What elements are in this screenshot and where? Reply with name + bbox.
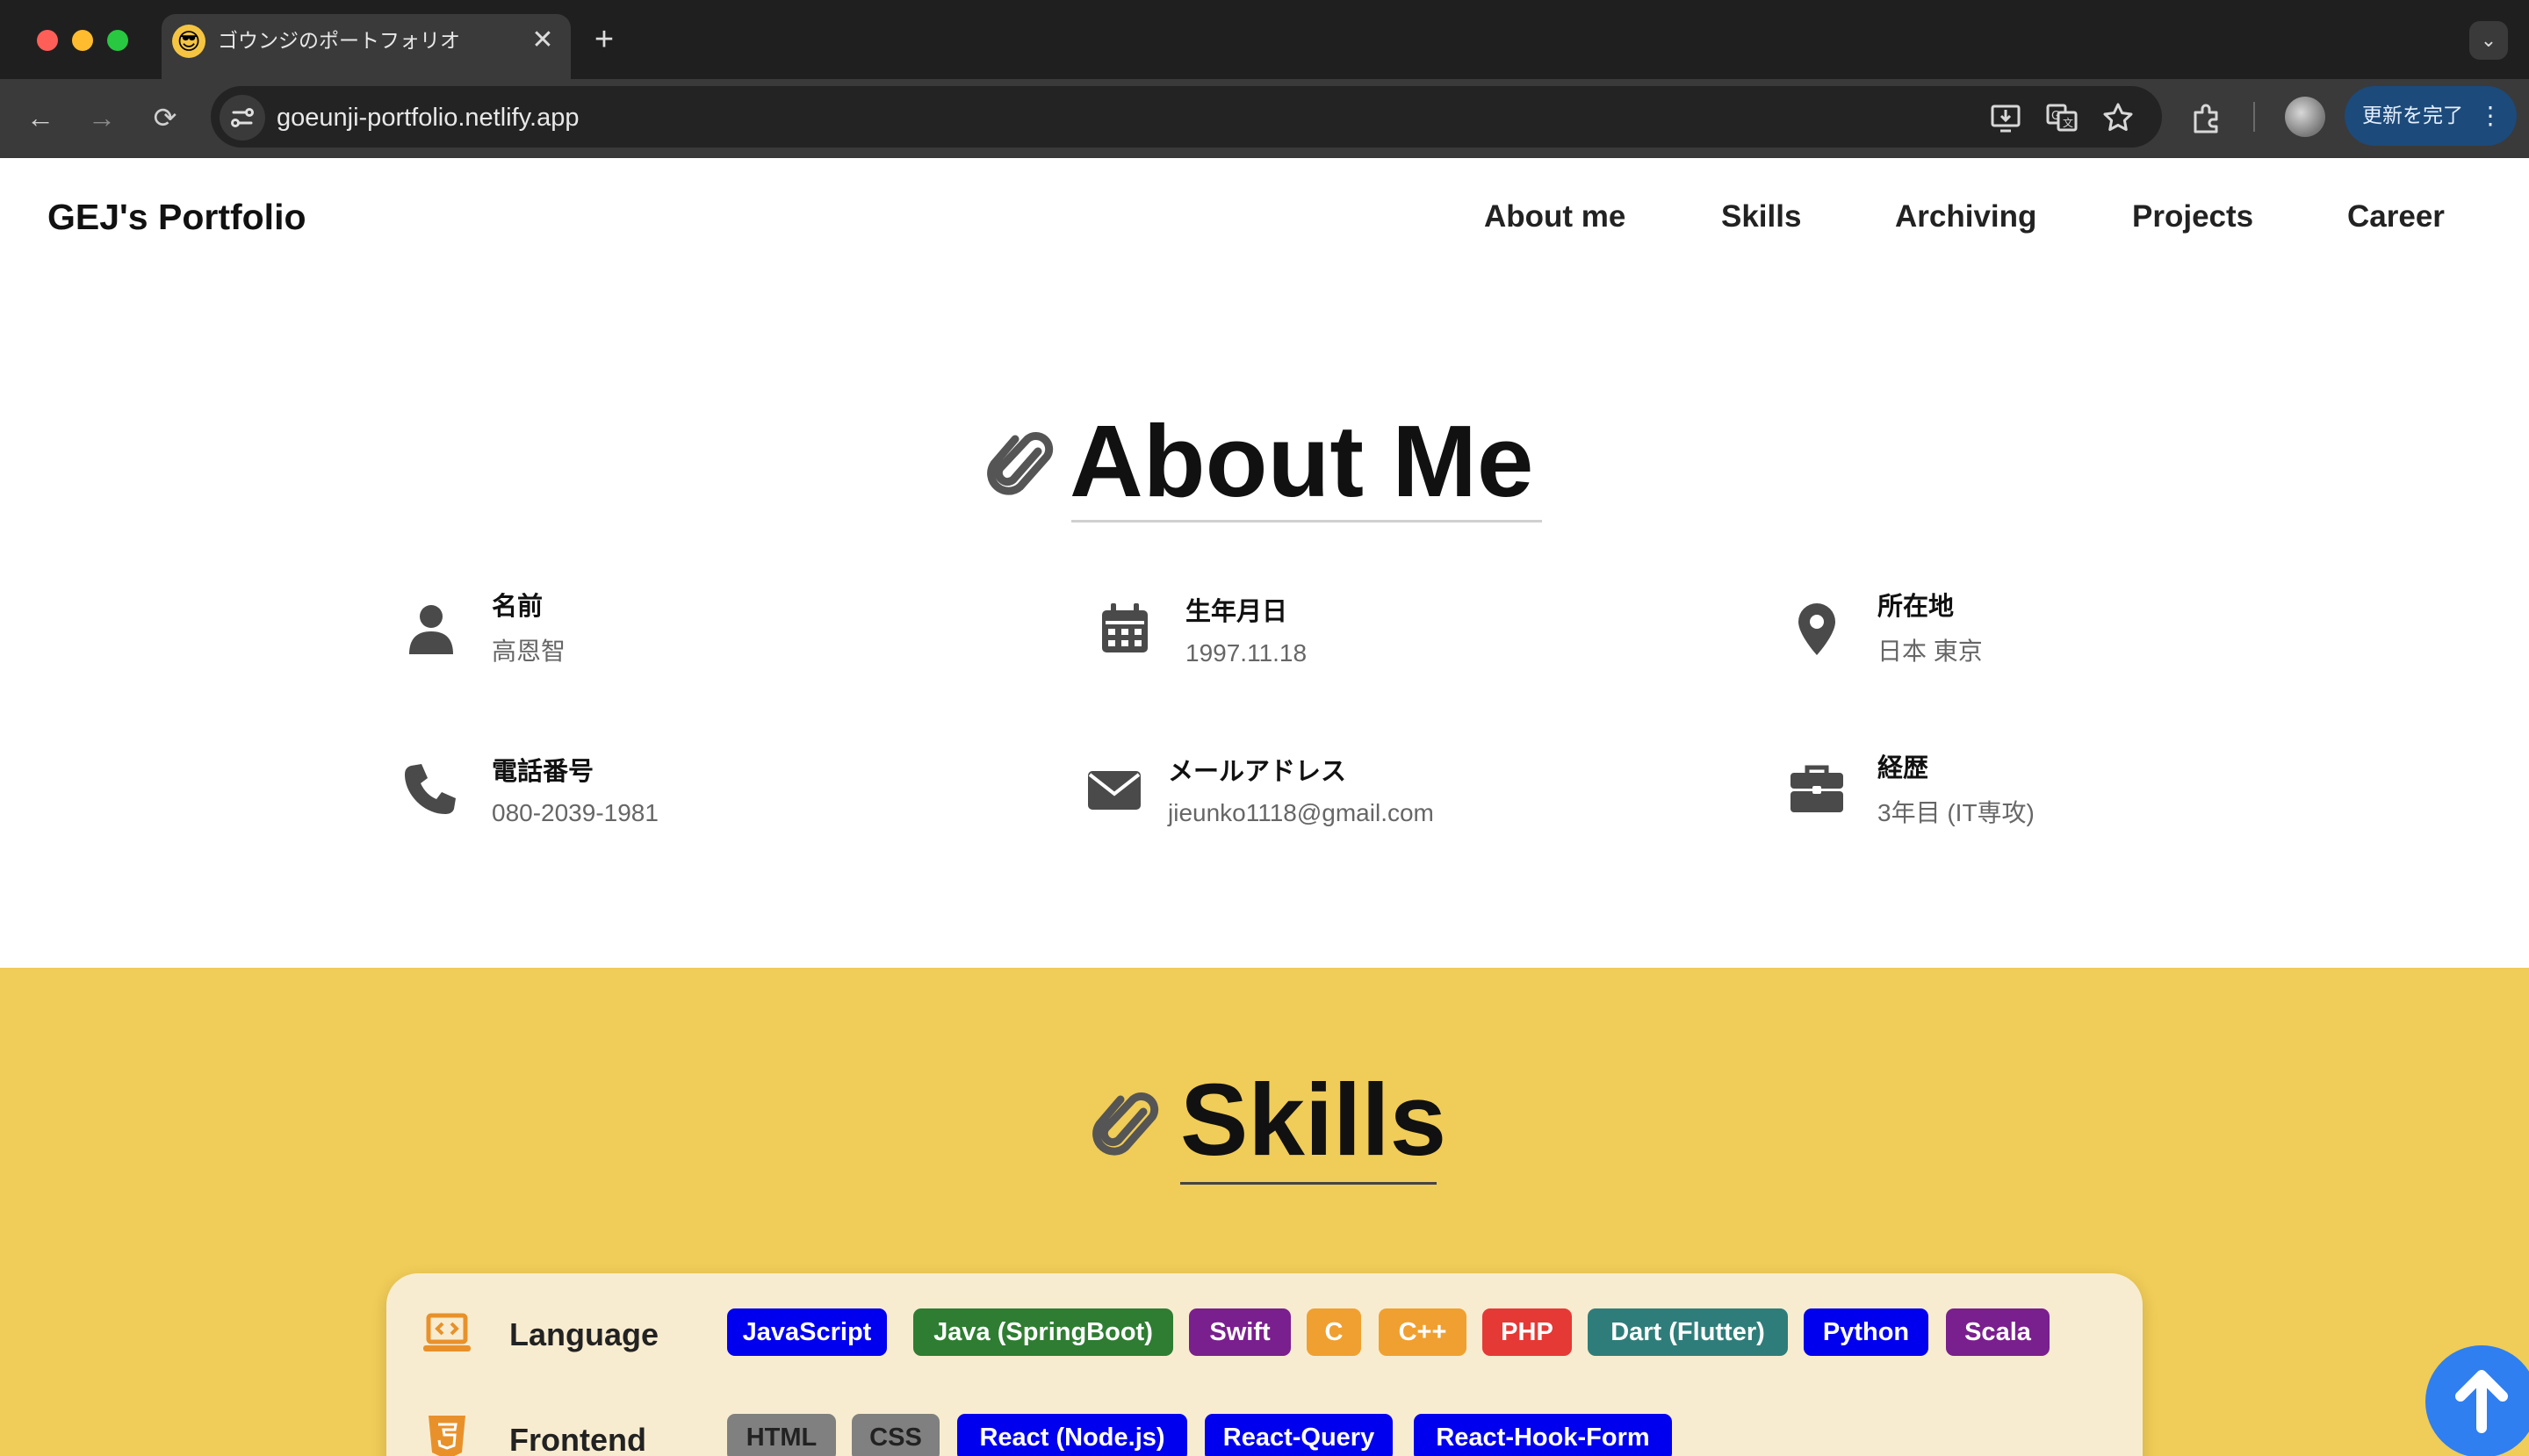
update-button-label[interactable]: 更新を完了 <box>2362 97 2463 135</box>
skill-badge: Java (SpringBoot) <box>913 1308 1173 1356</box>
skill-category-frontend: Frontend <box>509 1422 646 1456</box>
mail-icon <box>1085 760 1143 818</box>
skill-badge: Python <box>1804 1308 1928 1356</box>
info-value-email[interactable]: jieunko1118@gmail.com <box>1168 796 1434 831</box>
skill-badge: HTML <box>727 1414 836 1456</box>
briefcase-icon <box>1788 760 1846 818</box>
paperclip-icon <box>987 425 1056 504</box>
nav-archiving[interactable]: Archiving <box>1895 191 2036 242</box>
forward-button[interactable]: → <box>79 95 125 141</box>
person-icon <box>402 600 460 658</box>
tab-close-icon[interactable]: ✕ <box>527 23 558 58</box>
about-title-underline <box>1071 520 1542 523</box>
info-value-phone: 080-2039-1981 <box>492 799 659 826</box>
skill-badge: C++ <box>1379 1308 1466 1356</box>
arrow-up-icon <box>2455 1370 2508 1433</box>
tab-search-menu-button[interactable]: ⌄ <box>2469 21 2508 60</box>
laptop-code-icon <box>422 1308 472 1359</box>
skills-title: Skills <box>1180 1063 1447 1177</box>
info-value-location: 日本 東京 <box>1877 638 1983 665</box>
nav-projects[interactable]: Projects <box>2132 191 2253 242</box>
url-text[interactable]: goeunji-portfolio.netlify.app <box>277 98 579 137</box>
window-zoom-button[interactable] <box>107 30 128 51</box>
html5-icon <box>422 1412 472 1456</box>
info-value-name: 高恩智 <box>492 638 566 665</box>
info-label-location: 所在地 <box>1877 591 1955 621</box>
install-app-icon[interactable] <box>1985 97 2027 139</box>
site-brand[interactable]: GEJ's Portfolio <box>47 191 306 242</box>
calendar-icon <box>1096 600 1154 658</box>
nav-skills[interactable]: Skills <box>1721 191 1801 242</box>
info-label-career: 経歴 <box>1877 753 1929 782</box>
info-label-email: メールアドレス <box>1168 756 1347 786</box>
window-minimize-button[interactable] <box>72 30 93 51</box>
scroll-to-top-button[interactable] <box>2425 1345 2529 1456</box>
nav-career[interactable]: Career <box>2347 191 2445 242</box>
skill-badge: Swift <box>1189 1308 1291 1356</box>
skill-badge: C <box>1307 1308 1361 1356</box>
about-title: About Me <box>1070 404 1534 518</box>
info-label-name: 名前 <box>492 591 544 621</box>
info-label-phone: 電話番号 <box>492 756 594 786</box>
extensions-icon[interactable] <box>2187 97 2229 139</box>
tab-title[interactable]: ゴウンジのポートフォリオ <box>218 25 460 58</box>
svg-text:文: 文 <box>2063 116 2073 129</box>
skill-badge: PHP <box>1482 1308 1572 1356</box>
skill-badge: CSS <box>852 1414 940 1456</box>
window-close-button[interactable] <box>37 30 58 51</box>
new-tab-button[interactable]: + <box>587 21 622 60</box>
svg-text:G: G <box>2051 110 2060 123</box>
nav-about-me[interactable]: About me <box>1484 191 1625 242</box>
skill-badge: Scala <box>1946 1308 2050 1356</box>
toolbar-separator <box>2253 102 2255 132</box>
info-value-birthdate: 1997.11.18 <box>1185 639 1308 667</box>
phone-icon <box>400 760 458 818</box>
paperclip-icon <box>1092 1085 1161 1164</box>
skill-badge: JavaScript <box>727 1308 887 1356</box>
skill-badge: React-Hook-Form <box>1414 1414 1672 1456</box>
skill-badge: React-Query <box>1205 1414 1393 1456</box>
translate-icon[interactable]: G文 <box>2041 97 2083 139</box>
bookmark-star-icon[interactable] <box>2097 97 2139 139</box>
info-value-career: 3年目 (IT専攻) <box>1877 799 2035 826</box>
site-info-icon[interactable] <box>220 95 265 141</box>
browser-menu-icon[interactable]: ⋮ <box>2478 97 2503 135</box>
skill-badge: Dart (Flutter) <box>1588 1308 1788 1356</box>
skill-category-language: Language <box>509 1316 659 1352</box>
tab-favicon-icon: 😎 <box>172 25 205 58</box>
profile-avatar[interactable] <box>2285 97 2325 137</box>
back-button[interactable]: ← <box>18 95 63 141</box>
location-pin-icon <box>1788 600 1846 658</box>
info-label-birthdate: 生年月日 <box>1185 596 1288 626</box>
skill-badge: React (Node.js) <box>957 1414 1187 1456</box>
skills-title-underline <box>1180 1182 1437 1185</box>
reload-button[interactable]: ⟳ <box>142 95 188 141</box>
